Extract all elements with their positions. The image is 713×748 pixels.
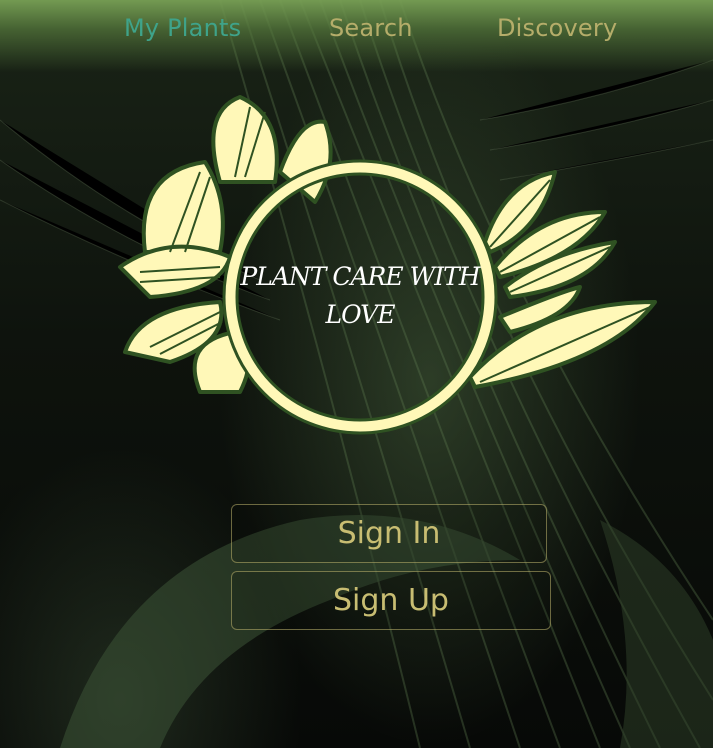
sign-in-button[interactable]: Sign In bbox=[231, 504, 547, 563]
app-screen: My Plants Search Discovery PLANT CARE WI… bbox=[0, 0, 713, 748]
nav-search[interactable]: Search bbox=[329, 14, 413, 42]
sign-up-button[interactable]: Sign Up bbox=[231, 571, 551, 630]
logo-tagline-line1: PLANT CARE WITH bbox=[240, 262, 480, 291]
logo-tagline-line2: LOVE bbox=[325, 300, 396, 329]
logo-tagline: PLANT CARE WITH LOVE bbox=[240, 258, 480, 334]
nav-discovery[interactable]: Discovery bbox=[497, 14, 617, 42]
nav-my-plants[interactable]: My Plants bbox=[124, 14, 241, 42]
